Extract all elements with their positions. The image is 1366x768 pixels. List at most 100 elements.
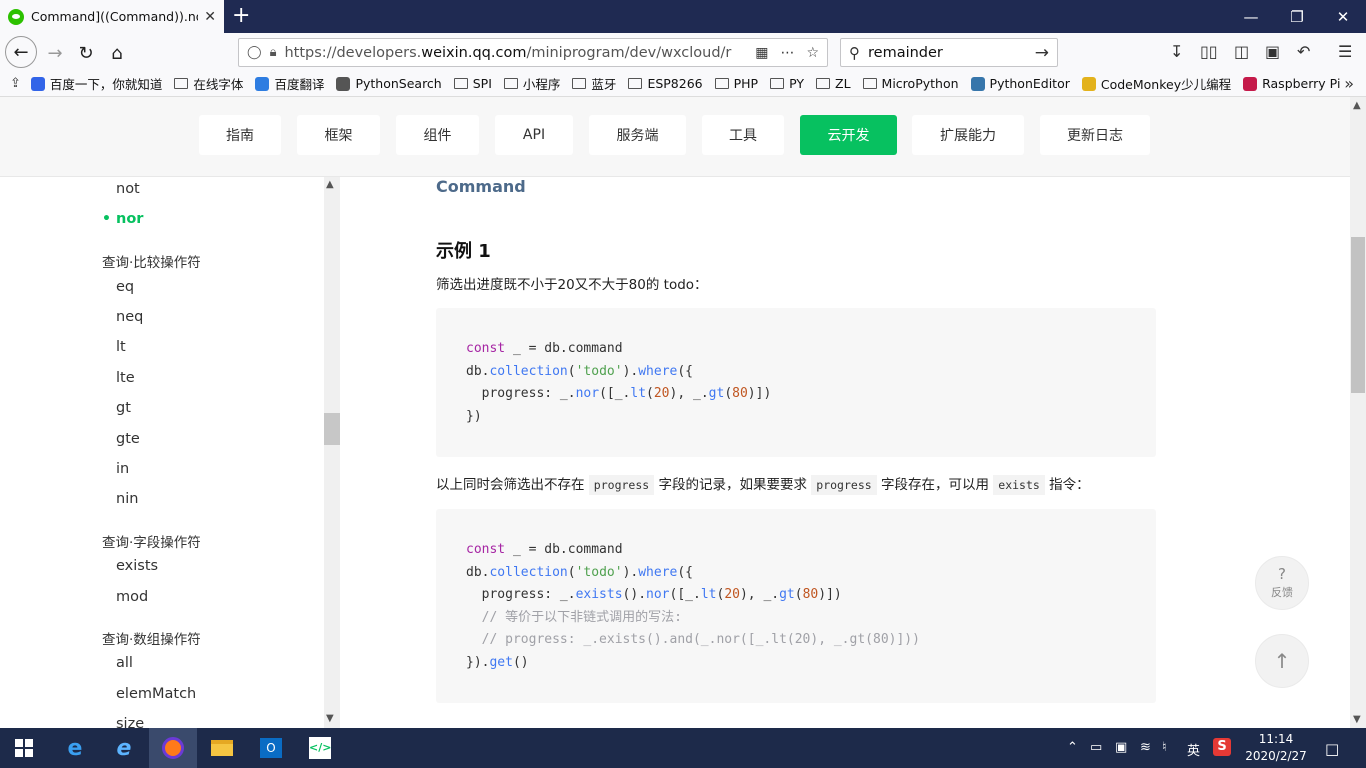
sidebar-icon[interactable]: ◫ bbox=[1234, 42, 1249, 61]
battery-icon[interactable]: ▭ bbox=[1090, 740, 1102, 755]
home-icon[interactable]: ⌂ bbox=[102, 38, 132, 68]
qr-code-icon[interactable]: ▦ bbox=[755, 45, 768, 61]
system-clock[interactable]: 11:14 2020/2/27 bbox=[1238, 731, 1314, 765]
bookmark-item[interactable]: PY bbox=[770, 76, 804, 91]
code-token: gt bbox=[708, 386, 725, 401]
browser-tab[interactable]: Command]((Command)).nor ✕ bbox=[0, 0, 224, 33]
url-text[interactable]: https://developers.weixin.qq.com/minipro… bbox=[284, 45, 743, 61]
tab-close-icon[interactable]: ✕ bbox=[204, 9, 216, 25]
bookmark-item[interactable]: 在线字体 bbox=[174, 74, 243, 93]
nav-tab[interactable]: 工具 bbox=[702, 115, 784, 155]
page-actions-icon[interactable]: ⋯ bbox=[780, 45, 794, 61]
start-icon[interactable] bbox=[0, 728, 48, 768]
sidebar-item[interactable]: nin bbox=[116, 491, 138, 507]
reload-button[interactable]: ↻ bbox=[71, 38, 101, 68]
firefox-icon[interactable] bbox=[149, 728, 197, 768]
sidebar-item[interactable]: eq bbox=[116, 279, 134, 295]
sidebar-item[interactable]: elemMatch bbox=[116, 686, 196, 702]
bookmark-label: MicroPython bbox=[881, 76, 959, 91]
bookmark-item[interactable]: CodeMonkey少儿编程 bbox=[1081, 74, 1231, 93]
bookmark-item[interactable]: 百度一下，你就知道 bbox=[30, 74, 162, 93]
search-input[interactable]: remainder bbox=[868, 45, 1035, 61]
ime-indicator[interactable]: 英 bbox=[1187, 740, 1200, 759]
search-bar[interactable]: ⚲ remainder → bbox=[840, 38, 1058, 67]
back-to-top-button[interactable]: ↑ bbox=[1255, 634, 1309, 688]
forward-button[interactable]: → bbox=[40, 38, 70, 68]
sidebar-scroll-down-icon[interactable]: ▼ bbox=[326, 713, 334, 724]
sidebar-item[interactable]: gt bbox=[116, 400, 131, 416]
bookmark-star-icon[interactable]: ☆ bbox=[806, 45, 819, 61]
volume-icon[interactable]: ♮ bbox=[1162, 740, 1167, 755]
sidebar-item[interactable]: not bbox=[116, 181, 140, 197]
code-block-1[interactable]: const _ = db.command db.collection('todo'… bbox=[436, 308, 1156, 457]
sidebar-item[interactable]: all bbox=[116, 655, 133, 671]
nav-tab[interactable]: 云开发 bbox=[800, 115, 897, 155]
sidebar-scroll-up-icon[interactable]: ▲ bbox=[326, 179, 334, 190]
search-go-icon[interactable]: → bbox=[1035, 43, 1049, 63]
import-bookmarks-icon[interactable]: ⇪ bbox=[10, 76, 21, 91]
notification-icon[interactable]: □ bbox=[1325, 740, 1339, 758]
sidebar-item[interactable]: in bbox=[116, 461, 129, 477]
bookmark-item[interactable]: PythonEditor bbox=[970, 76, 1070, 91]
sidebar-item[interactable]: nor bbox=[116, 211, 143, 227]
sidebar-item[interactable]: size bbox=[116, 716, 144, 728]
nav-tab[interactable]: 扩展能力 bbox=[912, 115, 1024, 155]
code-editor-icon[interactable]: </> bbox=[296, 728, 344, 768]
sidebar-item[interactable]: lt bbox=[116, 339, 126, 355]
menu-icon[interactable]: ☰ bbox=[1338, 42, 1352, 61]
code-token: ({ bbox=[677, 564, 694, 580]
ie-icon[interactable]: e bbox=[100, 728, 148, 768]
close-window-button[interactable]: ✕ bbox=[1320, 0, 1366, 33]
screenshot-icon[interactable]: ▣ bbox=[1265, 42, 1280, 61]
minimize-button[interactable]: — bbox=[1228, 0, 1274, 33]
bookmark-item[interactable]: MicroPython bbox=[862, 76, 959, 91]
nav-tab[interactable]: API bbox=[495, 115, 573, 155]
page-scroll-down-icon[interactable]: ▼ bbox=[1353, 714, 1361, 725]
bookmark-item[interactable]: 蓝牙 bbox=[572, 74, 616, 93]
bookmark-item[interactable]: 百度翻译 bbox=[255, 74, 324, 93]
bookmark-item[interactable]: PythonSearch bbox=[336, 76, 442, 91]
nav-tab[interactable]: 框架 bbox=[297, 115, 380, 155]
back-button[interactable]: ← bbox=[5, 36, 37, 68]
bookmarks-overflow-icon[interactable]: » bbox=[1344, 74, 1354, 93]
bookmark-item[interactable]: ZL bbox=[816, 76, 851, 91]
code-block-2[interactable]: const _ = db.command db.collection('todo'… bbox=[436, 509, 1156, 703]
restore-button[interactable]: ❐ bbox=[1274, 0, 1320, 33]
edge-icon[interactable]: e bbox=[51, 728, 99, 768]
nav-tab[interactable]: 指南 bbox=[199, 115, 281, 155]
library-icon[interactable]: ▯▯ bbox=[1200, 42, 1218, 61]
bookmark-item[interactable]: PHP bbox=[714, 76, 758, 91]
bookmark-item[interactable]: ESP8266 bbox=[628, 76, 703, 91]
sidebar-item[interactable]: mod bbox=[116, 589, 148, 605]
nav-tab[interactable]: 组件 bbox=[396, 115, 479, 155]
nav-tab[interactable]: 更新日志 bbox=[1040, 115, 1150, 155]
code-line: }).get() bbox=[466, 652, 1126, 675]
sogou-ime-icon[interactable]: S bbox=[1213, 738, 1231, 756]
outlook-icon[interactable]: O bbox=[247, 728, 295, 768]
sidebar-item[interactable]: exists bbox=[116, 558, 158, 574]
tray-expand-icon[interactable]: ⌃ bbox=[1067, 740, 1078, 755]
downloads-icon[interactable]: ↧ bbox=[1170, 42, 1183, 61]
explorer-icon[interactable] bbox=[198, 728, 246, 768]
code-token: nor bbox=[575, 386, 600, 401]
nav-tab[interactable]: 服务端 bbox=[589, 115, 686, 155]
sidebar-item[interactable]: lte bbox=[116, 370, 135, 386]
bookmark-item[interactable]: 小程序 bbox=[503, 74, 560, 93]
undo-icon[interactable]: ↶ bbox=[1297, 42, 1310, 61]
sidebar-scrollbar[interactable] bbox=[324, 177, 340, 728]
page-scroll-up-icon[interactable]: ▲ bbox=[1353, 100, 1361, 111]
new-tab-button[interactable]: + bbox=[232, 4, 250, 28]
sidebar-item[interactable]: gte bbox=[116, 431, 140, 447]
page-scrollbar[interactable] bbox=[1350, 97, 1366, 728]
bookmark-item[interactable]: Raspberry Pi bbox=[1243, 76, 1340, 91]
sidebar-scrollbar-thumb[interactable] bbox=[324, 413, 340, 445]
sidebar-item[interactable]: neq bbox=[116, 309, 143, 325]
bookmark-item[interactable]: SPI bbox=[453, 76, 492, 91]
feedback-button[interactable]: ? 反馈 bbox=[1255, 556, 1309, 610]
address-bar[interactable]: ◯ 🔒︎ https://developers.weixin.qq.com/mi… bbox=[238, 38, 828, 67]
lock-icon[interactable]: 🔒︎ bbox=[270, 45, 277, 60]
page-scrollbar-thumb[interactable] bbox=[1351, 237, 1365, 393]
usb-icon[interactable]: ▣ bbox=[1115, 740, 1127, 755]
shield-icon[interactable]: ◯ bbox=[247, 45, 262, 60]
wifi-icon[interactable]: ≋ bbox=[1140, 740, 1151, 755]
